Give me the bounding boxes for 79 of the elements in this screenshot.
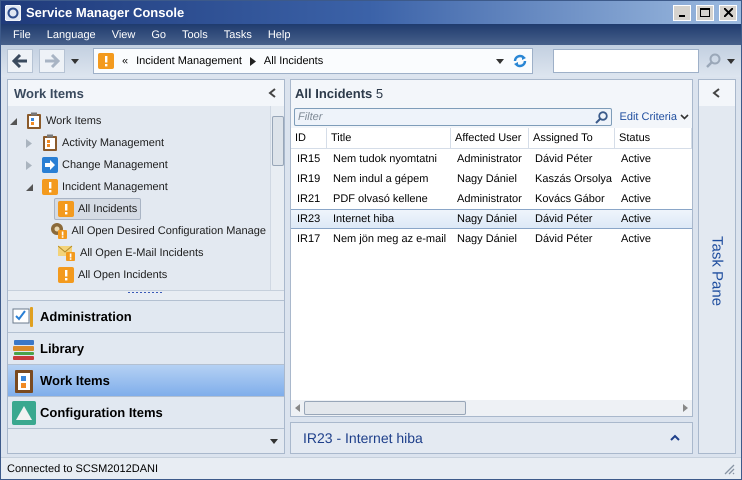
scrollbar[interactable] bbox=[270, 106, 284, 290]
back-button[interactable] bbox=[7, 49, 33, 73]
tree-item[interactable]: All Open Incidents bbox=[54, 264, 172, 286]
clipboard-icon bbox=[26, 112, 42, 130]
splitter-handle[interactable] bbox=[8, 290, 284, 300]
tree-item[interactable]: Work Items bbox=[22, 110, 106, 132]
breadcrumb-item[interactable]: All Incidents bbox=[264, 55, 324, 67]
tree-item[interactable]: All Open Desired Configuration Manage bbox=[46, 220, 270, 242]
dropdown-icon[interactable] bbox=[727, 58, 735, 64]
horizontal-scrollbar[interactable] bbox=[291, 400, 692, 416]
warning-icon bbox=[58, 267, 74, 283]
chevron-down-icon bbox=[680, 114, 689, 120]
separator-arrow-icon[interactable] bbox=[250, 56, 256, 66]
table-cell: Active bbox=[615, 209, 692, 229]
overflow-chevron[interactable]: « bbox=[122, 55, 128, 67]
column-header[interactable]: Assigned To bbox=[529, 128, 615, 149]
address-bar[interactable]: « Incident Management All Incidents bbox=[93, 48, 533, 74]
tree-item[interactable]: All Incidents bbox=[54, 198, 142, 220]
expand-icon[interactable] bbox=[670, 433, 680, 443]
clipboard-icon bbox=[12, 368, 36, 394]
tree-item[interactable]: Activity Management bbox=[38, 132, 168, 154]
window-title: Service Manager Console bbox=[26, 5, 186, 20]
list-title: All Incidents 5 bbox=[295, 86, 384, 100]
tree-item[interactable]: Change Management bbox=[38, 154, 172, 176]
expanded-arrow-icon[interactable] bbox=[10, 118, 16, 124]
table-cell: Nagy Dániel bbox=[451, 209, 529, 229]
refresh-icon[interactable] bbox=[512, 53, 528, 69]
resize-grip-icon[interactable] bbox=[723, 462, 735, 474]
close-icon bbox=[724, 8, 732, 17]
table-cell: IR23 bbox=[291, 209, 327, 229]
collapse-icon[interactable] bbox=[268, 88, 278, 98]
forward-arrow-icon bbox=[44, 54, 60, 68]
arrow-icon bbox=[42, 157, 58, 173]
workspace-button[interactable]: Configuration Items bbox=[8, 396, 284, 428]
search-icon[interactable] bbox=[594, 110, 608, 124]
status-text: Connected to SCSM2012DANI bbox=[7, 462, 158, 474]
close-button[interactable] bbox=[719, 4, 737, 20]
tree-item[interactable]: All Open E-Mail Incidents bbox=[54, 242, 208, 264]
menu-item[interactable]: Tasks bbox=[216, 28, 260, 40]
minimize-button[interactable] bbox=[673, 4, 691, 20]
tree-item[interactable]: Incident Management bbox=[38, 176, 172, 198]
column-header[interactable]: ID bbox=[291, 128, 327, 149]
filter-box[interactable]: Filter bbox=[294, 108, 612, 126]
dropdown-icon[interactable] bbox=[496, 58, 504, 64]
envelope-warning-icon bbox=[58, 244, 76, 262]
edit-criteria-link[interactable]: Edit Criteria bbox=[620, 111, 689, 123]
table-cell: Dávid Péter bbox=[529, 209, 615, 229]
workspace-button[interactable]: Work Items bbox=[8, 364, 284, 396]
menu-item[interactable]: View bbox=[104, 28, 144, 40]
scroll-right-icon[interactable] bbox=[683, 404, 688, 412]
menu-item[interactable]: File bbox=[5, 28, 39, 40]
warning-icon bbox=[42, 179, 58, 195]
warning-icon bbox=[98, 53, 114, 69]
app-icon bbox=[5, 4, 21, 20]
expand-icon[interactable] bbox=[712, 88, 722, 98]
expanded-arrow-icon[interactable] bbox=[26, 184, 32, 190]
column-header[interactable]: Title bbox=[327, 128, 451, 149]
menu-item[interactable]: Language bbox=[38, 28, 104, 40]
minimize-icon bbox=[679, 14, 685, 16]
menu-item[interactable]: Help bbox=[260, 28, 298, 40]
search-field[interactable] bbox=[553, 49, 699, 73]
maximize-icon bbox=[700, 8, 710, 17]
task-pane-label[interactable]: Task Pane bbox=[708, 236, 726, 306]
maximize-button[interactable] bbox=[696, 4, 714, 20]
menu-item[interactable]: Go bbox=[143, 28, 174, 40]
column-header[interactable]: Affected User bbox=[451, 128, 529, 149]
scroll-left-icon[interactable] bbox=[295, 404, 300, 412]
breadcrumb-item[interactable]: Incident Management bbox=[136, 55, 242, 67]
overflow-menu-icon[interactable] bbox=[270, 438, 278, 444]
filter-field[interactable]: Filter bbox=[298, 111, 498, 123]
dropdown-icon[interactable] bbox=[71, 58, 79, 64]
column-header[interactable]: Status bbox=[615, 128, 692, 149]
table-cell: Internet hiba bbox=[327, 209, 451, 229]
warning-icon bbox=[58, 201, 74, 217]
menu-item[interactable]: Tools bbox=[174, 28, 216, 40]
back-arrow-icon bbox=[12, 54, 28, 68]
clipboard-icon bbox=[42, 134, 58, 152]
preview-title: IR23 - Internet hiba bbox=[303, 430, 423, 446]
panel-title: Work Items bbox=[14, 86, 84, 100]
